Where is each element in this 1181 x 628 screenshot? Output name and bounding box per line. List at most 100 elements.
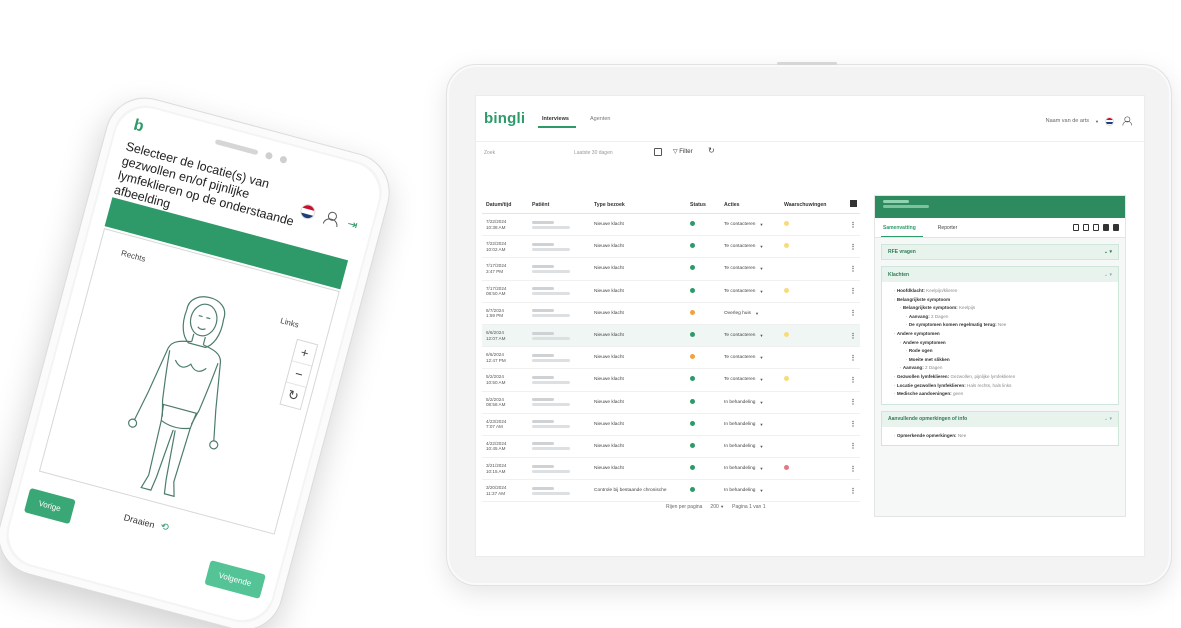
table-row[interactable]: 6/6/2024 12:47 PM Nieuwe klacht Te contacte… (482, 347, 860, 370)
chevron-down-icon: ▼ (759, 443, 764, 449)
row-action-select[interactable]: Te contacteren ▼ (724, 355, 784, 360)
col-datetime[interactable]: Datum/tijd (482, 202, 532, 208)
search-input[interactable]: Zoek (484, 150, 495, 156)
rotate-control[interactable]: Draaien ⟲ (123, 511, 170, 534)
tab-summary[interactable]: Samenvatting (883, 225, 916, 231)
row-action-select[interactable]: In behandeling ▼ (724, 400, 784, 405)
filter-button[interactable]: ▽ Filter (673, 148, 693, 155)
klachten-line: · Medische aandoeningen: geen (894, 391, 964, 397)
warning-icon (784, 376, 789, 382)
copy-icon[interactable] (1083, 224, 1089, 231)
status-dot-icon (690, 465, 695, 471)
rows-per-page-select[interactable]: 200 ▼ (710, 504, 724, 510)
row-menu-icon[interactable]: ⋮ (846, 221, 860, 229)
row-action-select[interactable]: Te contacteren ▼ (724, 289, 784, 294)
row-action-select[interactable]: Te contacteren ▼ (724, 266, 784, 271)
row-action-select[interactable]: In behandeling ▼ (724, 488, 784, 493)
row-action-select[interactable]: Te contacteren ▼ (724, 333, 784, 338)
user-icon[interactable] (1122, 116, 1133, 126)
refresh-icon[interactable]: ↻ (708, 146, 715, 155)
section-klachten-header[interactable]: Klachten ⌄ ▾ (882, 267, 1118, 282)
row-action-select[interactable]: Te contacteren ▼ (724, 222, 784, 227)
reset-icon[interactable]: ↻ (281, 383, 306, 409)
table-row[interactable]: 4/22/2024 10:45 AM Nieuwe klacht In behande… (482, 436, 860, 459)
row-menu-icon[interactable]: ⋮ (846, 332, 860, 340)
row-menu-icon[interactable]: ⋮ (846, 398, 860, 406)
table-row[interactable]: 7/22/2024 10:02 AM Nieuwe klacht Te contact… (482, 236, 860, 259)
tab-agenten[interactable]: Agenten (590, 116, 611, 122)
row-warning (784, 243, 846, 250)
table-row[interactable]: 4/23/2024 7:07 AM Nieuwe klacht In behandel… (482, 414, 860, 436)
tablet-device: bingli Interviews Agenten Naam van de ar… (446, 62, 1172, 586)
row-datetime: 7/22/2024 10:38 AM (486, 219, 507, 230)
table-row[interactable]: 5/2/2024 10:50 AM Nieuwe klacht Te contacte… (482, 369, 860, 392)
send-icon[interactable] (1073, 224, 1079, 231)
tab-reporter[interactable]: Reporter (938, 225, 957, 231)
row-action-select[interactable]: In behandeling ▼ (724, 422, 784, 427)
table-row[interactable]: 6/7/2024 1:59 PM Nieuwe klacht Overleg huis… (482, 303, 860, 325)
row-type: Nieuwe klacht (594, 355, 624, 361)
section-rfe[interactable]: RFE vragen ⌄ ▾ (881, 244, 1119, 260)
row-menu-icon[interactable]: ⋮ (846, 442, 860, 450)
klachten-line: · Locatie gezwollen lymfeklieren: Hals r… (894, 382, 1012, 388)
col-patient[interactable]: Patiënt (532, 202, 594, 208)
col-type[interactable]: Type bezoek (594, 202, 690, 208)
row-status (690, 332, 724, 339)
row-type: Nieuwe klacht (594, 377, 624, 383)
status-dot-icon (690, 332, 695, 338)
tab-interviews[interactable]: Interviews (542, 116, 569, 122)
row-action-select[interactable]: In behandeling ▼ (724, 466, 784, 471)
pdf-icon[interactable] (1093, 224, 1099, 231)
language-flag-icon[interactable] (1105, 116, 1114, 126)
next-button[interactable]: Volgende (204, 559, 266, 599)
klachten-line: · Aanvang: 2 Dagen (906, 313, 949, 319)
previous-button[interactable]: Vorige (23, 487, 76, 525)
top-bar: bingli Interviews Agenten Naam van de ar… (476, 96, 1144, 142)
row-datetime: 5/2/2024 08:58 AM (486, 396, 506, 408)
row-action-select[interactable]: Te contacteren ▼ (724, 244, 784, 249)
table-header: Datum/tijd Patiënt Type bezoek Status Ac… (482, 196, 860, 214)
table-row[interactable]: 6/6/2024 12:07 AM Nieuwe klacht Te contacte… (482, 324, 860, 348)
columns-menu-icon[interactable] (849, 200, 857, 207)
status-dot-icon (690, 442, 695, 448)
row-action-select[interactable]: Overleg huis ▼ (724, 311, 784, 316)
print-icon[interactable] (1103, 224, 1109, 231)
user-menu[interactable]: Naam van de arts ▼ (1046, 114, 1134, 128)
row-warning (784, 465, 846, 472)
logout-icon[interactable]: ⇥ (346, 216, 359, 232)
row-status (690, 398, 724, 406)
table-row[interactable]: 3/20/2024 11:37 AM Controle bij bestaande … (482, 480, 860, 503)
body-figure[interactable] (84, 266, 286, 517)
user-icon[interactable] (323, 210, 340, 227)
table-row[interactable]: 7/22/2024 10:38 AM Nieuwe klacht Te contact… (482, 214, 860, 237)
row-menu-icon[interactable]: ⋮ (846, 309, 860, 317)
rotate-icon[interactable]: ⟲ (159, 521, 170, 534)
close-icon[interactable] (1113, 224, 1119, 231)
row-action-select[interactable]: Te contacteren ▼ (724, 377, 784, 382)
col-warnings[interactable]: Waarschuwingen (784, 202, 846, 208)
section-extra-header[interactable]: Aanvullende opmerkingen of info ⌄ ▾ (882, 411, 1118, 427)
row-menu-icon[interactable]: ⋮ (846, 487, 860, 495)
calendar-icon[interactable] (654, 148, 662, 156)
row-menu-icon[interactable]: ⋮ (846, 354, 860, 362)
row-menu-icon[interactable]: ⋮ (846, 420, 860, 428)
row-menu-icon[interactable]: ⋮ (846, 376, 860, 384)
col-status[interactable]: Status (690, 202, 724, 208)
col-actions[interactable]: Acties (724, 202, 784, 208)
row-menu-icon[interactable]: ⋮ (846, 243, 860, 251)
table-row[interactable]: 3/21/2024 10:15 AM Nieuwe klacht In behande… (482, 458, 860, 481)
row-menu-icon[interactable]: ⋮ (846, 287, 860, 295)
row-type: Nieuwe klacht (594, 443, 624, 449)
row-menu-icon[interactable]: ⋮ (846, 465, 860, 473)
row-action-select[interactable]: In behandeling ▼ (724, 444, 784, 449)
row-type: Nieuwe klacht (594, 333, 624, 339)
chevron-down-icon[interactable]: ▼ (1095, 119, 1099, 124)
table-row[interactable]: 7/17/2024 3:47 PM Nieuwe klacht Te contacte… (482, 258, 860, 281)
phone-screen: b Selecteer de locatie(s) van gezwollen … (1, 100, 387, 628)
table-row[interactable]: 5/2/2024 08:58 AM Nieuwe klacht In behandel… (482, 392, 860, 414)
date-range-input[interactable]: Laatste 30 dagen (574, 150, 613, 156)
chevron-down-icon: ▼ (759, 288, 764, 294)
row-menu-icon[interactable]: ⋮ (846, 265, 860, 273)
section-klachten-body: · Hoofdklacht: Keelpijn/klieren · Belangr… (882, 282, 1118, 404)
table-row[interactable]: 7/17/2024 08:50 AM Nieuwe klacht Te contact… (482, 281, 860, 303)
